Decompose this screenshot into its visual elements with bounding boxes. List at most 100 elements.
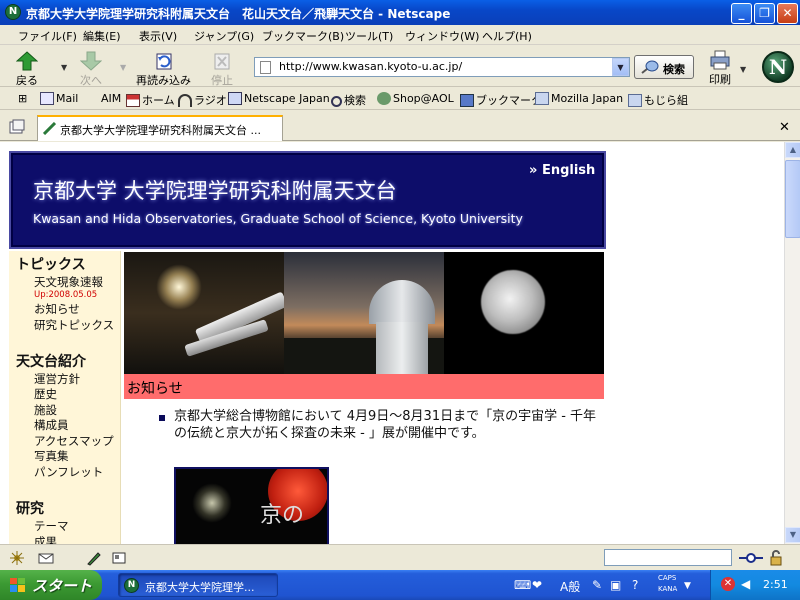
security-lock-icon[interactable]: [768, 550, 784, 566]
url-text: http://www.kwasan.kyoto-u.ac.jp/: [279, 60, 463, 73]
status-search-field[interactable]: [604, 549, 732, 566]
bookmark-netscape-japan[interactable]: Netscape Japan: [228, 92, 330, 105]
scroll-down-icon[interactable]: ▼: [785, 527, 800, 543]
start-button[interactable]: スタート: [0, 570, 102, 600]
caps-indicator: CAPS: [658, 574, 677, 582]
mail-status-icon[interactable]: [38, 550, 54, 566]
help-icon[interactable]: ?: [632, 578, 638, 592]
bookmark-mozilla-japan[interactable]: Mozilla Japan: [535, 92, 623, 105]
nav-link-photos[interactable]: 写真集: [34, 448, 69, 464]
address-book-icon[interactable]: [111, 550, 127, 566]
english-link-label: English: [541, 163, 596, 178]
connection-icon[interactable]: [738, 550, 764, 566]
ime-icon[interactable]: ❤: [532, 578, 542, 592]
mars-planet: [481, 270, 545, 334]
toolbar-grip-icon[interactable]: ⊞: [18, 92, 27, 105]
observatory-dome-photo: [284, 252, 444, 374]
nav-link-policy[interactable]: 運営方針: [34, 371, 80, 387]
bookmark-radio[interactable]: ラジオ: [178, 92, 227, 108]
windows-taskbar: スタート N 京都大学大学院理学... ⌨ ❤ A般 ✎ ▣ ? CAPS KA…: [0, 570, 800, 600]
bookmark-search[interactable]: 検索: [331, 92, 366, 108]
nav-link-themes[interactable]: テーマ: [34, 518, 69, 534]
english-link[interactable]: » English: [529, 163, 595, 178]
menu-tools[interactable]: ツール(T): [345, 28, 393, 44]
nav-heading-topics: トピックス: [16, 257, 86, 273]
menu-file[interactable]: ファイル(F): [18, 28, 77, 44]
bookmark-home[interactable]: ホーム: [126, 92, 175, 108]
ime-pad-icon[interactable]: ✎: [592, 578, 602, 592]
bookmark-mail[interactable]: Mail: [40, 92, 78, 105]
ime-mode[interactable]: A般: [560, 578, 580, 595]
menu-go[interactable]: ジャンプ(G): [194, 28, 254, 44]
taskbar-netscape-window[interactable]: N 京都大学大学院理学...: [118, 573, 278, 597]
nav-link-history[interactable]: 歴史: [34, 386, 57, 402]
nav-link-members[interactable]: 構成員: [34, 417, 69, 433]
activity-icon[interactable]: [9, 550, 25, 566]
left-navigation: トピックス 天文現象速報 Up:2008.05.05 お知らせ 研究トピックス …: [9, 251, 121, 544]
back-label: 戻る: [16, 74, 38, 87]
search-button[interactable]: 検索: [634, 55, 694, 79]
tab-label: 京都大学大学院理学研究科附属天文台 ...: [60, 124, 261, 137]
close-button[interactable]: ✕: [777, 3, 798, 24]
menu-bar: ファイル(F) 編集(E) 表示(V) ジャンプ(G) ブックマーク(B) ツー…: [0, 25, 800, 45]
netscape-app-icon: N: [5, 4, 21, 20]
maximize-button[interactable]: ❐: [754, 3, 775, 24]
menu-help[interactable]: ヘルプ(H): [482, 28, 532, 44]
netscape-page-icon: [228, 92, 242, 105]
bookmark-search-label: 検索: [344, 94, 366, 107]
scroll-up-icon[interactable]: ▲: [785, 142, 800, 158]
nav-link-pamphlet[interactable]: パンフレット: [34, 464, 103, 480]
tab-page-icon: [43, 122, 56, 135]
minimize-button[interactable]: _: [731, 3, 752, 24]
forward-history-dropdown-icon[interactable]: ▼: [120, 63, 126, 72]
bookmark-aim-label: AIM: [101, 92, 122, 105]
window-titlebar[interactable]: N 京都大学大学院理学研究科附属天文台 花山天文台／飛騨天文台 - Netsca…: [0, 0, 800, 25]
bookmark-mojira[interactable]: もじら組: [628, 92, 688, 108]
bookmarks-menu[interactable]: ブックマーク: [460, 92, 542, 108]
nav-link-research-topics[interactable]: 研究トピックス: [34, 317, 114, 333]
bookmark-aim[interactable]: AIM: [101, 92, 121, 105]
print-dropdown-icon[interactable]: ▼: [740, 65, 746, 74]
nebula: [192, 483, 232, 523]
stop-button[interactable]: 停止: [211, 51, 233, 88]
new-tab-icon[interactable]: [9, 119, 25, 134]
close-tab-icon[interactable]: ✕: [779, 120, 790, 135]
bookmark-shop-aol[interactable]: Shop@AOL: [377, 92, 454, 105]
menu-window[interactable]: ウィンドウ(W): [405, 28, 479, 44]
nav-heading-research: 研究: [16, 501, 44, 517]
forward-button[interactable]: 次へ: [80, 51, 102, 88]
bookmark-mozilla-japan-label: Mozilla Japan: [551, 92, 624, 105]
volume-icon[interactable]: ◀: [741, 577, 750, 591]
nav-link-access-map[interactable]: アクセスマップ: [34, 433, 114, 449]
composer-icon[interactable]: [86, 550, 102, 566]
tray-expand-icon[interactable]: ▼: [684, 581, 691, 591]
nav-link-results[interactable]: 成果: [34, 534, 57, 544]
url-dropdown-button[interactable]: ▼: [612, 58, 629, 76]
window-title: 京都大学大学院理学研究科附属天文台 花山天文台／飛騨天文台 - Netscape: [26, 7, 451, 21]
vertical-scrollbar[interactable]: ▲ ▼: [784, 142, 800, 544]
reload-button[interactable]: 再読み込み: [136, 51, 191, 88]
security-alert-icon[interactable]: ✕: [721, 577, 735, 591]
nav-link-facilities[interactable]: 施設: [34, 402, 57, 418]
keyboard-icon[interactable]: ⌨: [514, 578, 531, 592]
print-button[interactable]: 印刷: [709, 50, 731, 87]
back-arrow-icon: [16, 51, 38, 71]
netscape-logo[interactable]: N: [762, 51, 794, 83]
tab-kyoto-observatory[interactable]: 京都大学大学院理学研究科附属天文台 ...: [37, 115, 283, 141]
menu-bookmarks[interactable]: ブックマーク(B): [262, 28, 344, 44]
nav-link-notices[interactable]: お知らせ: [34, 301, 80, 317]
back-history-dropdown-icon[interactable]: ▼: [61, 63, 67, 72]
clock[interactable]: 2:51: [763, 578, 788, 591]
back-button[interactable]: 戻る: [16, 51, 38, 88]
scroll-thumb[interactable]: [785, 160, 800, 238]
folder-icon: [535, 92, 549, 105]
url-field[interactable]: http://www.kwasan.kyoto-u.ac.jp/: [254, 57, 630, 77]
start-label: スタート: [32, 577, 93, 595]
exhibition-poster-image[interactable]: 京の: [174, 467, 329, 544]
nav-link-astro-flash[interactable]: 天文現象速報: [34, 274, 103, 290]
ime-tool-icon[interactable]: ▣: [610, 578, 621, 592]
site-title-en: Kwasan and Hida Observatories, Graduate …: [33, 211, 523, 226]
menu-edit[interactable]: 編集(E): [83, 28, 121, 44]
menu-view[interactable]: 表示(V): [139, 28, 177, 44]
reload-label: 再読み込み: [136, 74, 191, 87]
